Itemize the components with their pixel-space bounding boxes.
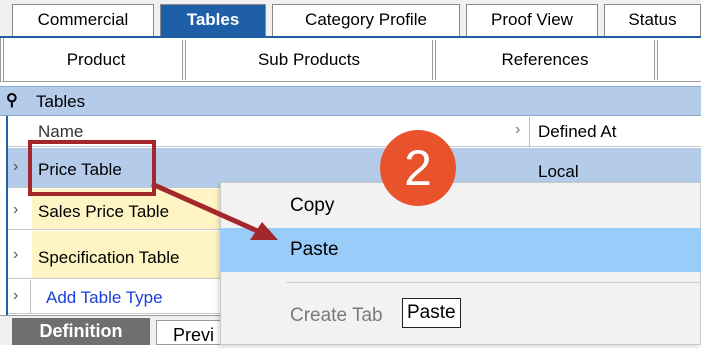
step-badge: 2 xyxy=(380,130,456,206)
callout-arrow xyxy=(150,181,278,240)
arrow-line xyxy=(150,181,264,236)
step-badge-number: 2 xyxy=(404,140,432,196)
